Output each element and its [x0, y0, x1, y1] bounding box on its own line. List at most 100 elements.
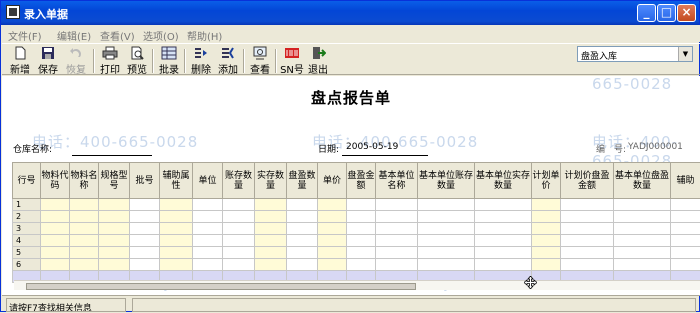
- grid-cell[interactable]: [614, 235, 671, 247]
- grid-cell[interactable]: [418, 223, 475, 235]
- grid-cell[interactable]: [347, 235, 376, 247]
- grid-cell[interactable]: [318, 247, 347, 259]
- grid-cell[interactable]: [347, 211, 376, 223]
- grid-cell[interactable]: [376, 223, 418, 235]
- row-number[interactable]: 6: [13, 259, 41, 271]
- table-row[interactable]: 2: [13, 211, 700, 223]
- grid-cell[interactable]: [561, 247, 614, 259]
- column-header[interactable]: 计划单价: [532, 163, 561, 199]
- grid-cell[interactable]: [70, 235, 99, 247]
- grid-cell[interactable]: [614, 247, 671, 259]
- add-row-button[interactable]: 添加: [214, 46, 242, 74]
- grid-cell[interactable]: [41, 223, 70, 235]
- scrollbar-thumb[interactable]: [26, 283, 416, 290]
- menu-help[interactable]: 帮助(H): [187, 28, 222, 43]
- menu-file[interactable]: 文件(F): [8, 28, 42, 43]
- grid-cell[interactable]: [223, 211, 255, 223]
- menu-options[interactable]: 选项(O): [143, 28, 179, 43]
- grid-cell[interactable]: [255, 235, 287, 247]
- grid-cell[interactable]: [418, 247, 475, 259]
- column-header[interactable]: 实存数量: [255, 163, 287, 199]
- minimize-button[interactable]: _: [637, 4, 656, 22]
- grid-cell[interactable]: [671, 259, 700, 271]
- column-header[interactable]: 辅助属性: [160, 163, 193, 199]
- grid-cell[interactable]: [130, 199, 160, 211]
- grid-cell[interactable]: [193, 223, 223, 235]
- grid-cell[interactable]: [376, 259, 418, 271]
- grid-cell[interactable]: [223, 223, 255, 235]
- column-header[interactable]: 基本单位账存数量: [418, 163, 475, 199]
- title-bar[interactable]: 录入单据 _ □ ×: [1, 1, 699, 25]
- grid-cell[interactable]: [418, 259, 475, 271]
- grid-cell[interactable]: [614, 223, 671, 235]
- grid-cell[interactable]: [376, 235, 418, 247]
- grid-cell[interactable]: [41, 247, 70, 259]
- grid-cell[interactable]: [255, 223, 287, 235]
- column-header[interactable]: 规格型号: [99, 163, 130, 199]
- chevron-down-icon[interactable]: ▼: [678, 47, 692, 61]
- grid-cell[interactable]: [70, 211, 99, 223]
- grid-cell[interactable]: [255, 247, 287, 259]
- grid-cell[interactable]: [318, 235, 347, 247]
- grid-cell[interactable]: [532, 259, 561, 271]
- table-row[interactable]: 6: [13, 259, 700, 271]
- delete-row-button[interactable]: 删除: [187, 46, 215, 74]
- save-button[interactable]: 保存: [34, 46, 62, 74]
- grid-cell[interactable]: [418, 199, 475, 211]
- grid-cell[interactable]: [41, 211, 70, 223]
- table-row[interactable]: 5: [13, 247, 700, 259]
- grid-cell[interactable]: [287, 211, 318, 223]
- grid-cell[interactable]: [532, 235, 561, 247]
- grid-cell[interactable]: [287, 235, 318, 247]
- grid-cell[interactable]: [130, 235, 160, 247]
- undo-button[interactable]: 恢复: [62, 46, 90, 74]
- grid-cell[interactable]: [160, 199, 193, 211]
- grid-cell[interactable]: [347, 223, 376, 235]
- column-header[interactable]: 行号: [13, 163, 41, 199]
- grid-cell[interactable]: [41, 235, 70, 247]
- grid-cell[interactable]: [532, 247, 561, 259]
- grid-cell[interactable]: [561, 235, 614, 247]
- grid-cell[interactable]: [130, 223, 160, 235]
- grid-cell[interactable]: [193, 199, 223, 211]
- preview-button[interactable]: 预览: [123, 46, 151, 74]
- grid-cell[interactable]: [318, 211, 347, 223]
- grid-cell[interactable]: [287, 223, 318, 235]
- column-header[interactable]: 盘盈数量: [287, 163, 318, 199]
- grid-cell[interactable]: [614, 211, 671, 223]
- grid-cell[interactable]: [318, 223, 347, 235]
- menu-view[interactable]: 查看(V): [100, 28, 135, 43]
- print-button[interactable]: 打印: [96, 46, 124, 74]
- column-header[interactable]: 物料名称: [70, 163, 99, 199]
- grid-cell[interactable]: [287, 259, 318, 271]
- grid-cell[interactable]: [671, 211, 700, 223]
- row-number[interactable]: 2: [13, 211, 41, 223]
- grid-cell[interactable]: [99, 223, 130, 235]
- grid-cell[interactable]: [193, 235, 223, 247]
- column-header[interactable]: 批号: [130, 163, 160, 199]
- grid-cell[interactable]: [561, 259, 614, 271]
- grid-cell[interactable]: [41, 199, 70, 211]
- grid-cell[interactable]: [287, 247, 318, 259]
- grid-cell[interactable]: [418, 211, 475, 223]
- grid-cell[interactable]: [130, 247, 160, 259]
- grid-cell[interactable]: [671, 199, 700, 211]
- grid-cell[interactable]: [561, 223, 614, 235]
- row-number[interactable]: 5: [13, 247, 41, 259]
- grid-cell[interactable]: [255, 259, 287, 271]
- grid-cell[interactable]: [532, 223, 561, 235]
- column-header[interactable]: 盘盈金额: [347, 163, 376, 199]
- close-button[interactable]: ×: [677, 4, 696, 22]
- column-header[interactable]: 计划价盘盈金额: [561, 163, 614, 199]
- table-row[interactable]: 3: [13, 223, 700, 235]
- horizontal-scrollbar[interactable]: [14, 280, 700, 290]
- grid-cell[interactable]: [255, 199, 287, 211]
- column-header[interactable]: 辅助: [671, 163, 700, 199]
- view-button[interactable]: 查看: [246, 46, 274, 74]
- grid-cell[interactable]: [376, 211, 418, 223]
- grid-cell[interactable]: [475, 247, 532, 259]
- column-header[interactable]: 物料代码: [41, 163, 70, 199]
- grid-cell[interactable]: [376, 199, 418, 211]
- grid-cell[interactable]: [160, 211, 193, 223]
- grid-cell[interactable]: [99, 235, 130, 247]
